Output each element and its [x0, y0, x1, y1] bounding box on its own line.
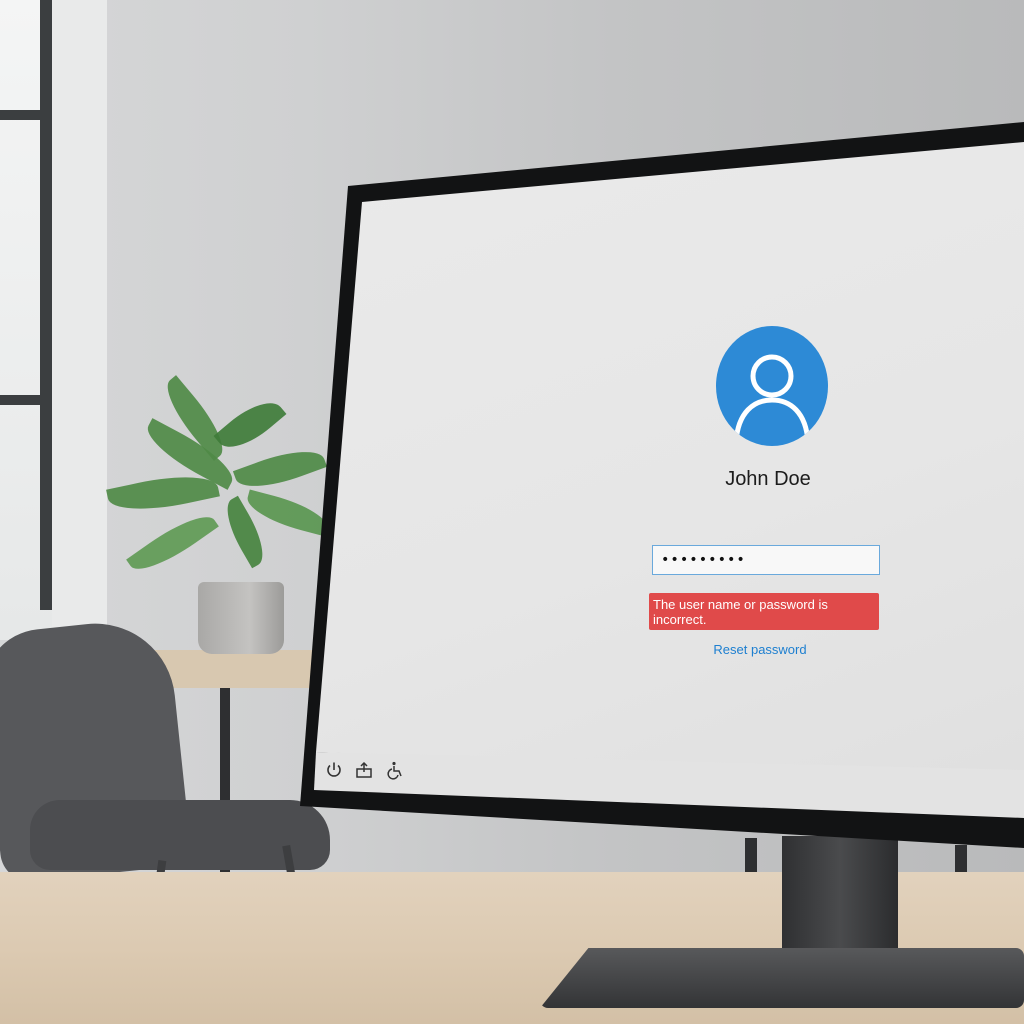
monitor: John Doe ••••••••• The user name or pass…	[0, 0, 1024, 1024]
user-avatar	[716, 326, 828, 446]
user-icon	[733, 354, 811, 443]
error-message: The user name or password is incorrect.	[649, 593, 879, 630]
password-field[interactable]: •••••••••	[652, 545, 880, 575]
network-icon[interactable]	[354, 760, 374, 780]
password-value: •••••••••	[661, 552, 746, 568]
accessibility-icon[interactable]	[385, 760, 405, 780]
power-icon[interactable]	[324, 760, 344, 780]
user-name: John Doe	[725, 468, 811, 490]
reset-password-link[interactable]: Reset password	[680, 642, 840, 657]
